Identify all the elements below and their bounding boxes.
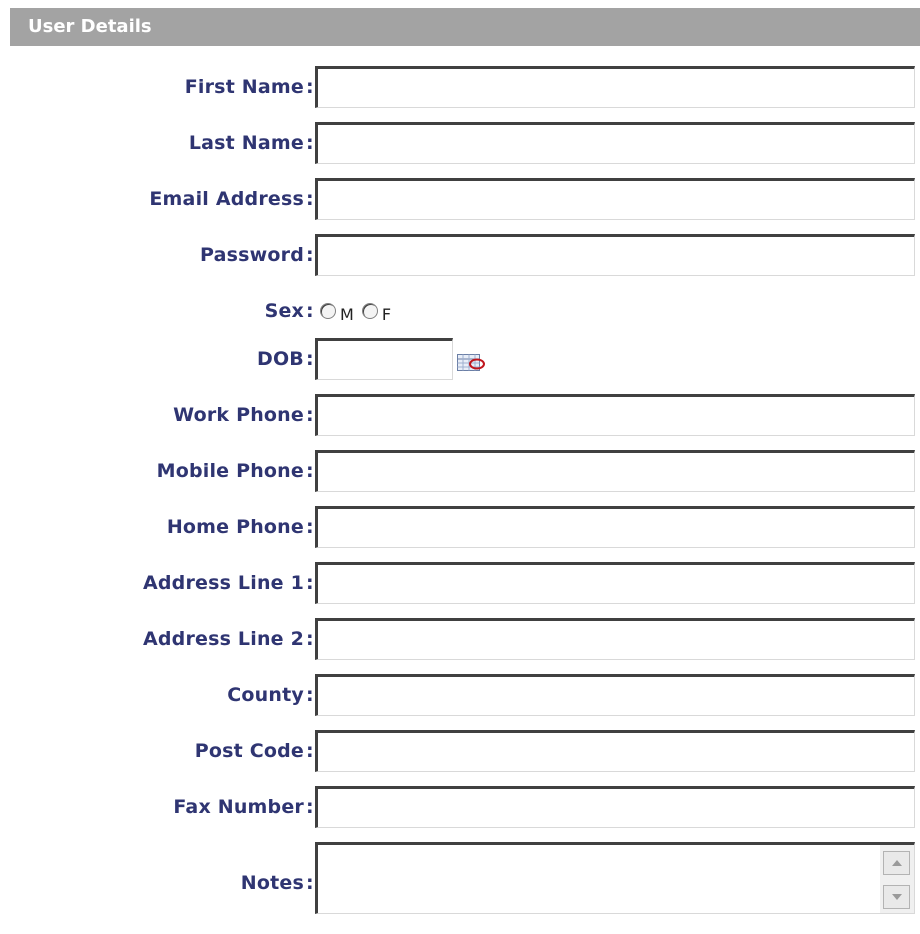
mobile-phone-label: Mobile Phone	[156, 460, 304, 482]
address-line1-row: Address Line 1 :	[10, 562, 920, 618]
arrow-down-icon	[891, 894, 902, 900]
notes-label: Notes	[240, 872, 304, 894]
address-line2-row: Address Line 2 :	[10, 618, 920, 674]
last-name-colon: :	[306, 132, 314, 154]
sex-radio-group: M F	[320, 296, 395, 326]
section-header: User Details	[10, 8, 920, 46]
sex-label: Sex	[264, 300, 304, 322]
sex-f-label: F	[381, 304, 392, 324]
last-name-label: Last Name	[188, 132, 304, 154]
address-line2-label: Address Line 2	[142, 628, 304, 650]
password-colon: :	[306, 244, 314, 266]
dob-input[interactable]	[315, 338, 453, 380]
county-row: County :	[10, 674, 920, 730]
password-input[interactable]	[315, 234, 915, 276]
home-phone-row: Home Phone :	[10, 506, 920, 562]
post-code-colon: :	[306, 740, 314, 762]
notes-textarea[interactable]	[318, 845, 880, 913]
last-name-row: Last Name :	[10, 122, 920, 178]
password-row: Password :	[10, 234, 920, 290]
email-colon: :	[306, 188, 314, 210]
address-line1-colon: :	[306, 572, 314, 594]
work-phone-input[interactable]	[315, 394, 915, 436]
address-line1-input[interactable]	[315, 562, 915, 604]
calendar-icon[interactable]	[457, 354, 487, 372]
email-input[interactable]	[315, 178, 915, 220]
fax-number-row: Fax Number :	[10, 786, 920, 842]
county-label: County	[227, 684, 304, 706]
user-details-form: User Details First Name : Last Name : Em…	[0, 0, 920, 934]
password-label: Password	[199, 244, 304, 266]
scroll-down-button[interactable]	[883, 885, 910, 909]
work-phone-row: Work Phone :	[10, 394, 920, 450]
last-name-input[interactable]	[315, 122, 915, 164]
fax-number-input[interactable]	[315, 786, 915, 828]
home-phone-input[interactable]	[315, 506, 915, 548]
fax-number-label: Fax Number	[173, 796, 304, 818]
address-line1-label: Address Line 1	[142, 572, 304, 594]
sex-m-radio[interactable]	[320, 303, 336, 319]
sex-colon: :	[306, 300, 314, 322]
address-line2-colon: :	[306, 628, 314, 650]
scroll-up-button[interactable]	[883, 851, 910, 875]
first-name-row: First Name :	[10, 66, 920, 122]
fax-number-colon: :	[306, 796, 314, 818]
post-code-input[interactable]	[315, 730, 915, 772]
dob-label: DOB	[256, 348, 304, 370]
notes-scrollbar[interactable]	[880, 845, 914, 913]
email-label: Email Address	[149, 188, 304, 210]
sex-m-label: M	[340, 304, 354, 324]
work-phone-colon: :	[306, 404, 314, 426]
mobile-phone-colon: :	[306, 460, 314, 482]
first-name-label: First Name	[184, 76, 304, 98]
first-name-colon: :	[306, 76, 314, 98]
post-code-label: Post Code	[194, 740, 304, 762]
mobile-phone-input[interactable]	[315, 450, 915, 492]
sex-f-radio[interactable]	[361, 303, 378, 319]
address-line2-input[interactable]	[315, 618, 915, 660]
mobile-phone-row: Mobile Phone :	[10, 450, 920, 506]
arrow-up-icon	[891, 860, 902, 866]
county-input[interactable]	[315, 674, 915, 716]
section-title: User Details	[28, 16, 152, 37]
email-row: Email Address :	[10, 178, 920, 234]
notes-box	[315, 842, 915, 914]
county-colon: :	[306, 684, 314, 706]
notes-colon: :	[306, 872, 314, 894]
notes-row: Notes :	[10, 842, 920, 918]
dob-colon: :	[306, 348, 314, 370]
first-name-input[interactable]	[315, 66, 915, 108]
post-code-row: Post Code :	[10, 730, 920, 786]
dob-row: DOB :	[10, 338, 920, 394]
work-phone-label: Work Phone	[173, 404, 304, 426]
home-phone-colon: :	[306, 516, 314, 538]
home-phone-label: Home Phone	[166, 516, 304, 538]
